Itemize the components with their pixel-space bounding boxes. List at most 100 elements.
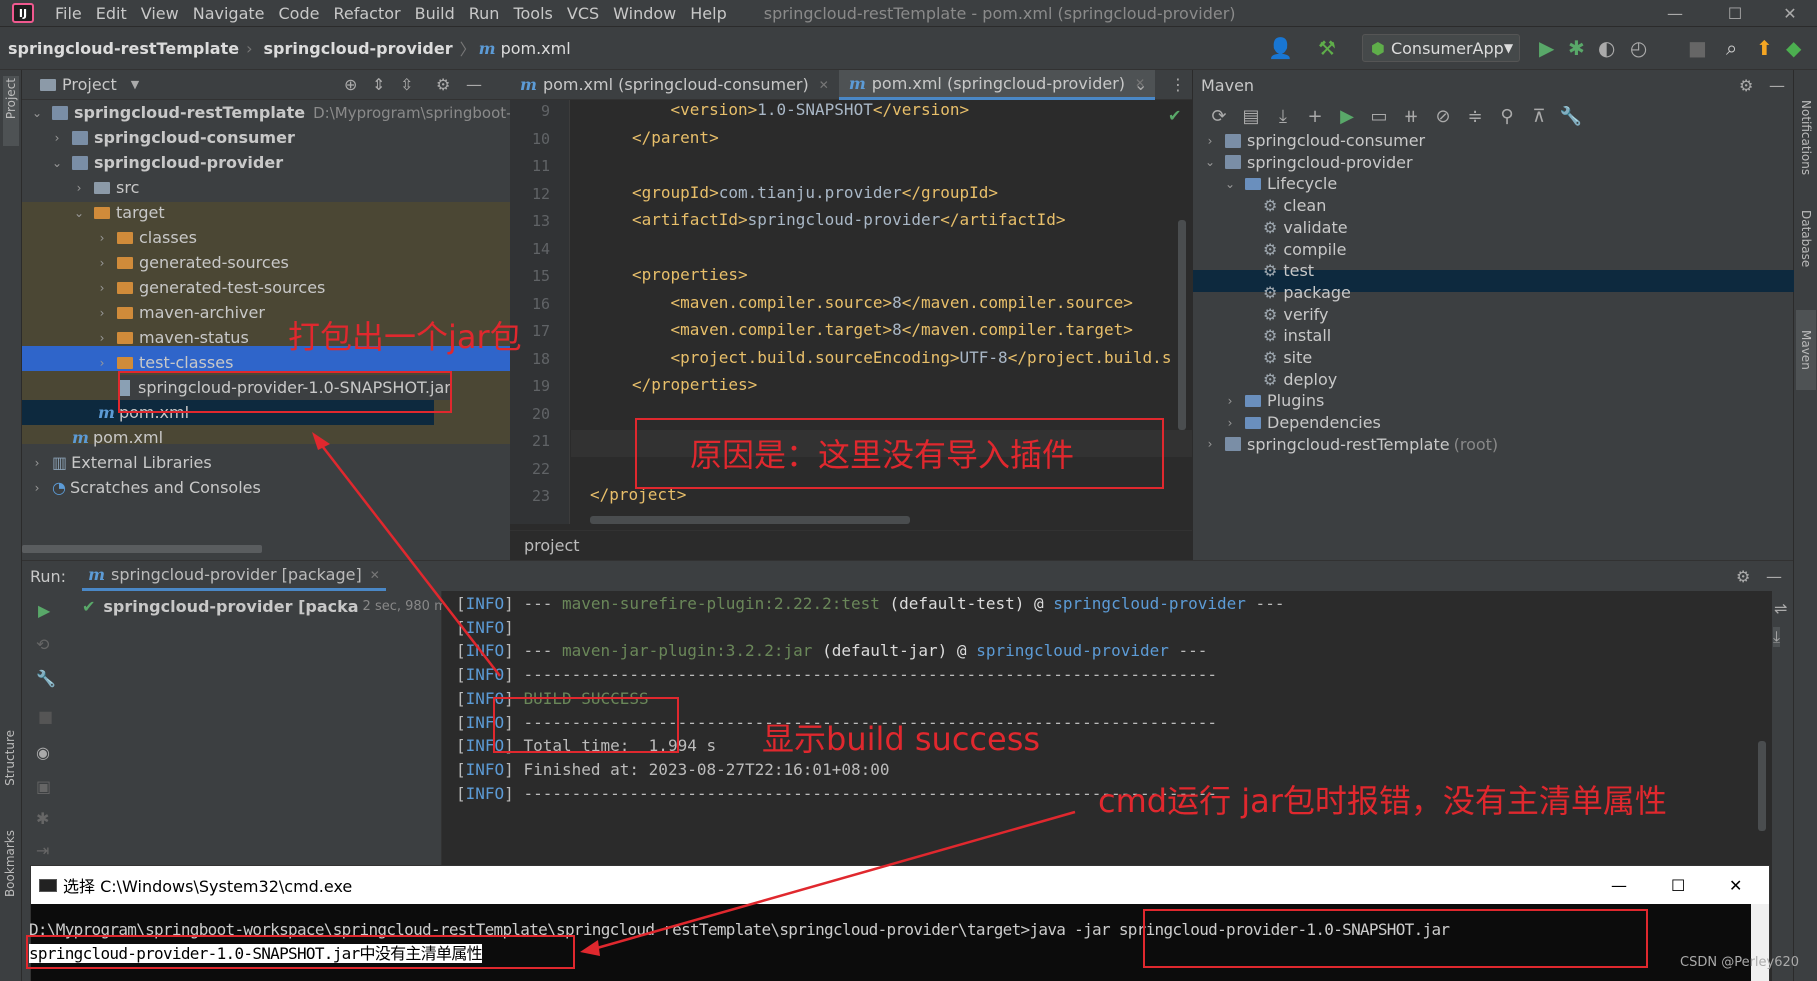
skip-tests-icon[interactable]: ⊘ [1427,106,1459,127]
tool-tab-notifications[interactable]: Notifications [1799,100,1813,179]
cmd-maximize-icon[interactable]: ☐ [1671,876,1685,895]
menu-build[interactable]: Build [408,4,462,23]
cmd-close-icon[interactable]: ✕ [1729,876,1742,895]
maximize-icon[interactable]: ☐ [1710,0,1760,26]
tree-row-classes[interactable]: › classes [95,225,197,250]
update-icon[interactable]: ⬆ [1756,36,1773,60]
tree-row-generated-test-sources[interactable]: › generated-test-sources [95,275,326,300]
menu-window[interactable]: Window [606,4,683,23]
settings-gear-icon[interactable]: ⚙ [1739,76,1753,95]
tree-row-provider[interactable]: ⌄ springcloud-provider [50,150,283,175]
tab-pom-provider[interactable]: m pom.xml (springcloud-provider) ✕ [838,69,1156,100]
vertical-scrollbar[interactable] [1178,220,1186,430]
menu-tools[interactable]: Tools [506,4,559,23]
generate-sources-icon[interactable]: ▤ [1235,106,1267,127]
toggle-profiles-icon[interactable]: ⧺ [1395,106,1427,127]
chevron-down-icon[interactable]: ⌄ [1134,75,1147,94]
add-icon[interactable]: + [1299,106,1331,127]
menu-code[interactable]: Code [272,4,327,23]
breadcrumb-module[interactable]: springcloud-provider [256,39,457,58]
hide-panel-icon[interactable]: — [1766,567,1782,586]
settings-gear-icon[interactable]: ⚙ [1736,567,1750,586]
horizontal-scrollbar[interactable] [22,545,262,553]
run-configuration-select[interactable]: ⬢ ConsumerApp ▼ [1362,34,1520,62]
stop-icon[interactable]: ■ [38,707,53,726]
menu-edit[interactable]: Edit [89,4,134,23]
show-dependencies-icon[interactable]: ⚲ [1491,106,1523,127]
inspection-ok-icon[interactable]: ✔ [1168,106,1181,125]
menu-vcs[interactable]: VCS [560,4,606,23]
exit-icon[interactable]: ⇥ [36,841,49,860]
run-maven-icon[interactable]: ▶ [1331,106,1363,127]
tree-row-maven-archiver[interactable]: › maven-archiver [95,300,265,325]
tree-row-root[interactable]: ⌄ springcloud-restTemplate D:\Myprogram\… [30,100,539,125]
soft-wrap-icon[interactable]: ⇌ [1774,599,1787,618]
user-icon[interactable]: 👤 [1268,36,1293,60]
close-tab-icon[interactable]: ✕ [370,568,380,582]
minimize-icon[interactable]: — [1650,0,1700,26]
cmd-minimize-icon[interactable]: — [1611,876,1627,895]
eye-icon[interactable]: ◉ [36,743,50,762]
tree-row-root-pom[interactable]: m pom.xml [72,425,163,450]
menu-run[interactable]: Run [462,4,507,23]
search-icon[interactable]: ⌕ [1726,36,1737,60]
tab-pom-consumer[interactable]: m pom.xml (springcloud-consumer) ✕ [510,70,839,100]
run-icon[interactable]: ▶ [1539,36,1554,60]
plugin-icon[interactable]: ◆ [1786,36,1801,60]
expand-all-icon[interactable]: ⇕ [372,75,385,94]
hide-panel-icon[interactable]: — [466,75,482,94]
download-icon[interactable]: ⤓ [1267,106,1299,127]
menu-help[interactable]: Help [683,4,733,23]
tool-tab-project[interactable]: Project [3,76,19,146]
app-logo-icon[interactable]: IJ [12,3,34,23]
wrench-icon[interactable]: 🔧 [1555,106,1587,127]
tree-row-generated-sources[interactable]: › generated-sources [95,250,289,275]
debug-icon[interactable]: ✱ [1568,36,1585,60]
pin-icon[interactable]: ⟲ [36,635,49,654]
camera-icon[interactable]: ▣ [36,777,51,796]
tree-row-scratches[interactable]: › ◔ Scratches and Consoles [30,475,261,500]
menu-view[interactable]: View [134,4,186,23]
tree-row-target[interactable]: ⌄ target [72,200,165,225]
analyze-icon[interactable]: ⊼ [1523,106,1555,127]
execute-goal-icon[interactable]: ▭ [1363,106,1395,127]
chevron-down-icon[interactable]: ▼ [131,78,139,91]
tree-row-maven-status[interactable]: › maven-status [95,325,249,350]
tool-tab-bookmarks[interactable]: Bookmarks [3,830,17,901]
stop-icon[interactable]: ■ [1688,36,1707,60]
tree-row-consumer[interactable]: › springcloud-consumer [50,125,295,150]
menu-navigate[interactable]: Navigate [186,4,272,23]
collapse-all-icon[interactable]: ⇳ [400,75,413,94]
reload-icon[interactable]: ⟳ [1203,106,1235,127]
scroll-to-end-icon[interactable]: ⤓ [1773,627,1781,647]
breadcrumb-project-tag[interactable]: project [524,536,580,555]
close-tab-icon[interactable]: ✕ [819,78,829,92]
tool-tab-structure[interactable]: Structure [3,730,17,790]
breadcrumb-project[interactable]: springcloud-restTemplate [0,39,243,58]
run-tab[interactable]: m springcloud-provider [package] ✕ [82,561,386,591]
menu-file[interactable]: File [48,4,89,23]
hide-panel-icon[interactable]: — [1769,76,1785,95]
console-scrollbar[interactable] [1758,741,1766,831]
collapse-icon[interactable]: ≑ [1459,106,1491,127]
close-icon[interactable]: ✕ [1765,0,1815,26]
tree-row-src[interactable]: › src [72,175,140,200]
run-tree-item[interactable]: ✔ springcloud-provider [packa 2 sec, 980… [82,597,454,616]
tree-row-external-libraries[interactable]: › ▥ External Libraries [30,450,212,475]
breadcrumb-file[interactable]: pom.xml [496,39,571,58]
editor-horizontal-scrollbar[interactable] [590,516,910,524]
build-hammer-icon[interactable]: ⚒ [1318,36,1336,60]
profile-icon[interactable]: ◴ [1630,36,1647,60]
locate-icon[interactable]: ⊕ [344,75,357,94]
rerun-icon[interactable]: ▶ [38,601,50,620]
project-panel-title[interactable]: Project [62,75,117,94]
wrench-icon[interactable]: 🔧 [36,669,56,688]
settings-icon[interactable]: ✱ [36,809,49,828]
coverage-icon[interactable]: ◐ [1598,36,1615,60]
settings-gear-icon[interactable]: ⚙ [436,75,450,94]
menu-refactor[interactable]: Refactor [326,4,407,23]
tool-tab-database[interactable]: Database [1799,210,1813,271]
tool-tab-maven[interactable]: Maven [1796,310,1816,390]
more-options-icon[interactable]: ⋮ [1170,75,1186,94]
maven-tree-row[interactable]: › springcloud-restTemplate (root) [1203,432,1499,457]
